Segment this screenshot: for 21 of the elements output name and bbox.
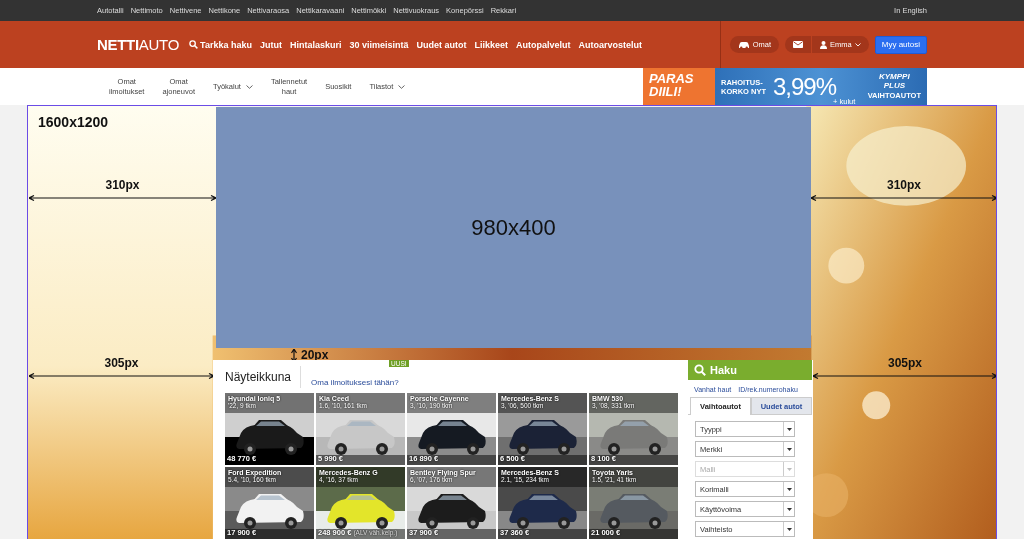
chevron-down-icon xyxy=(854,42,861,47)
envelope-icon xyxy=(793,41,804,48)
chevron-down-icon xyxy=(245,84,253,89)
nav-link[interactable]: Liikkeet xyxy=(474,39,509,50)
nav-link[interactable]: Autopalvelut xyxy=(516,39,571,50)
sell-car-button[interactable]: Myy autosi xyxy=(874,35,927,54)
banner-rate: 3,99% xyxy=(773,72,837,100)
messages-button[interactable] xyxy=(785,36,812,53)
nav-link[interactable]: Hintalaskuri xyxy=(289,39,342,50)
nav-link[interactable]: Tarkka haku xyxy=(189,39,252,50)
search-icon xyxy=(189,40,199,49)
car-icon xyxy=(737,40,750,49)
user-icon xyxy=(820,40,828,49)
banner-brand: KYMPPI PLUS xyxy=(878,73,911,91)
banner-slogan: PARAS DIILI! xyxy=(643,68,715,105)
site-logo[interactable]: NETTIAUTO xyxy=(97,36,180,53)
nav-link[interactable]: Jutut xyxy=(259,39,282,50)
nav-link[interactable]: Uudet autot xyxy=(416,39,467,50)
nav-link[interactable]: Autoarvostelut xyxy=(578,39,643,50)
chevron-down-icon xyxy=(398,84,406,89)
nav-link[interactable]: 30 viimeisintä xyxy=(349,39,409,50)
